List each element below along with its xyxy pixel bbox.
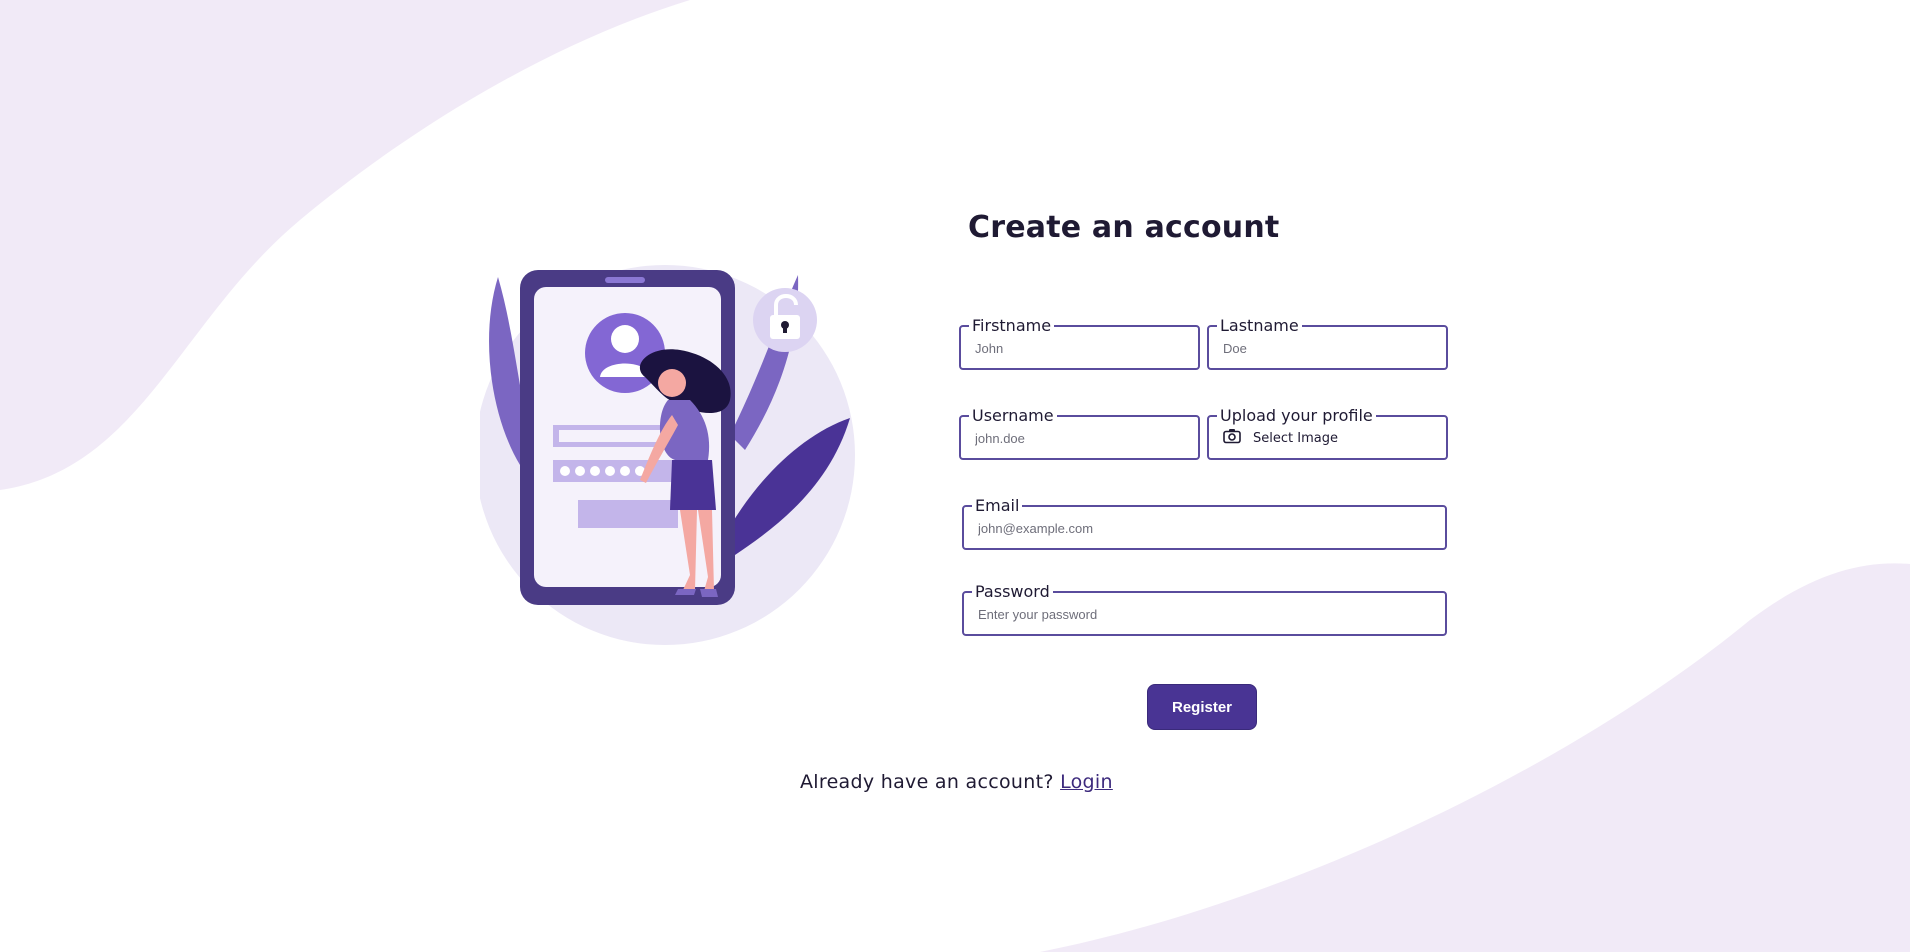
camera-icon [1223, 428, 1241, 448]
lock-keyhole-slot [783, 325, 787, 333]
background-shapes [0, 0, 1910, 952]
signup-illustration [480, 265, 855, 645]
username-input[interactable] [975, 431, 1186, 446]
profile-upload-field[interactable]: Upload your profile Select Image [1207, 408, 1448, 460]
password-label: Password [975, 582, 1050, 601]
login-prompt-text: Already have an account? [800, 771, 1054, 793]
email-label: Email [975, 496, 1020, 515]
lastname-field[interactable]: Lastname [1207, 318, 1448, 370]
firstname-field[interactable]: Firstname [959, 318, 1200, 370]
firstname-label: Firstname [972, 316, 1052, 335]
email-field[interactable]: Email [962, 498, 1447, 550]
password-input[interactable] [978, 607, 1433, 622]
select-image-text: Select Image [1253, 430, 1338, 446]
register-button[interactable]: Register [1147, 684, 1257, 730]
phone-speaker [605, 277, 645, 283]
login-prompt: Already have an account? Login [800, 771, 1113, 793]
woman-skirt [670, 460, 716, 510]
page-title: Create an account [968, 210, 1280, 245]
email-input[interactable] [978, 521, 1433, 536]
select-image-button[interactable]: Select Image [1223, 428, 1434, 448]
username-field[interactable]: Username [959, 408, 1200, 460]
submit-button-mock [578, 500, 678, 528]
lastname-label: Lastname [1220, 316, 1299, 335]
login-link[interactable]: Login [1060, 771, 1113, 793]
firstname-input[interactable] [975, 341, 1186, 356]
username-label: Username [972, 406, 1054, 425]
avatar-head [611, 325, 639, 353]
woman-head [658, 369, 686, 397]
profile-upload-label: Upload your profile [1220, 406, 1373, 425]
password-field[interactable]: Password [962, 584, 1447, 636]
lastname-input[interactable] [1223, 341, 1434, 356]
